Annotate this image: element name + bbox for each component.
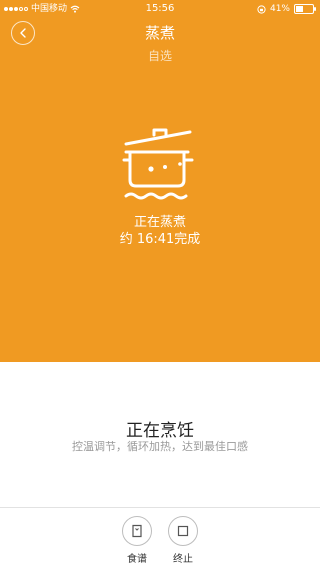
battery-icon bbox=[294, 4, 316, 14]
recipe-button[interactable] bbox=[122, 516, 152, 546]
stop-icon bbox=[177, 525, 189, 537]
battery-percent: 41% bbox=[269, 4, 290, 14]
hero-panel: 中国移动 15:56 41% 蒸煮 自选 正在蒸煮 约 16:41完成 bbox=[0, 0, 320, 362]
finish-time: 约 16:41完成 bbox=[119, 232, 201, 247]
rotation-lock-icon bbox=[257, 4, 266, 14]
tab-recipe[interactable]: 食谱 bbox=[117, 516, 157, 565]
tab-stop-label: 终止 bbox=[173, 554, 193, 565]
battery-fill bbox=[296, 6, 303, 12]
recipe-icon bbox=[132, 524, 142, 538]
tab-recipe-label: 食谱 bbox=[127, 554, 147, 565]
page-title: 蒸煮 bbox=[144, 24, 175, 42]
status-bar: 中国移动 15:56 41% bbox=[0, 0, 320, 18]
steaming-pot-icon bbox=[122, 128, 194, 200]
bottom-divider bbox=[0, 507, 320, 508]
info-description: 控温调节，循环加热，达到最佳口感 bbox=[72, 440, 248, 453]
stop-button[interactable] bbox=[168, 516, 198, 546]
mode-subtitle: 自选 bbox=[147, 49, 172, 63]
status-right: 41% bbox=[257, 0, 316, 18]
tab-stop[interactable]: 终止 bbox=[163, 516, 203, 565]
